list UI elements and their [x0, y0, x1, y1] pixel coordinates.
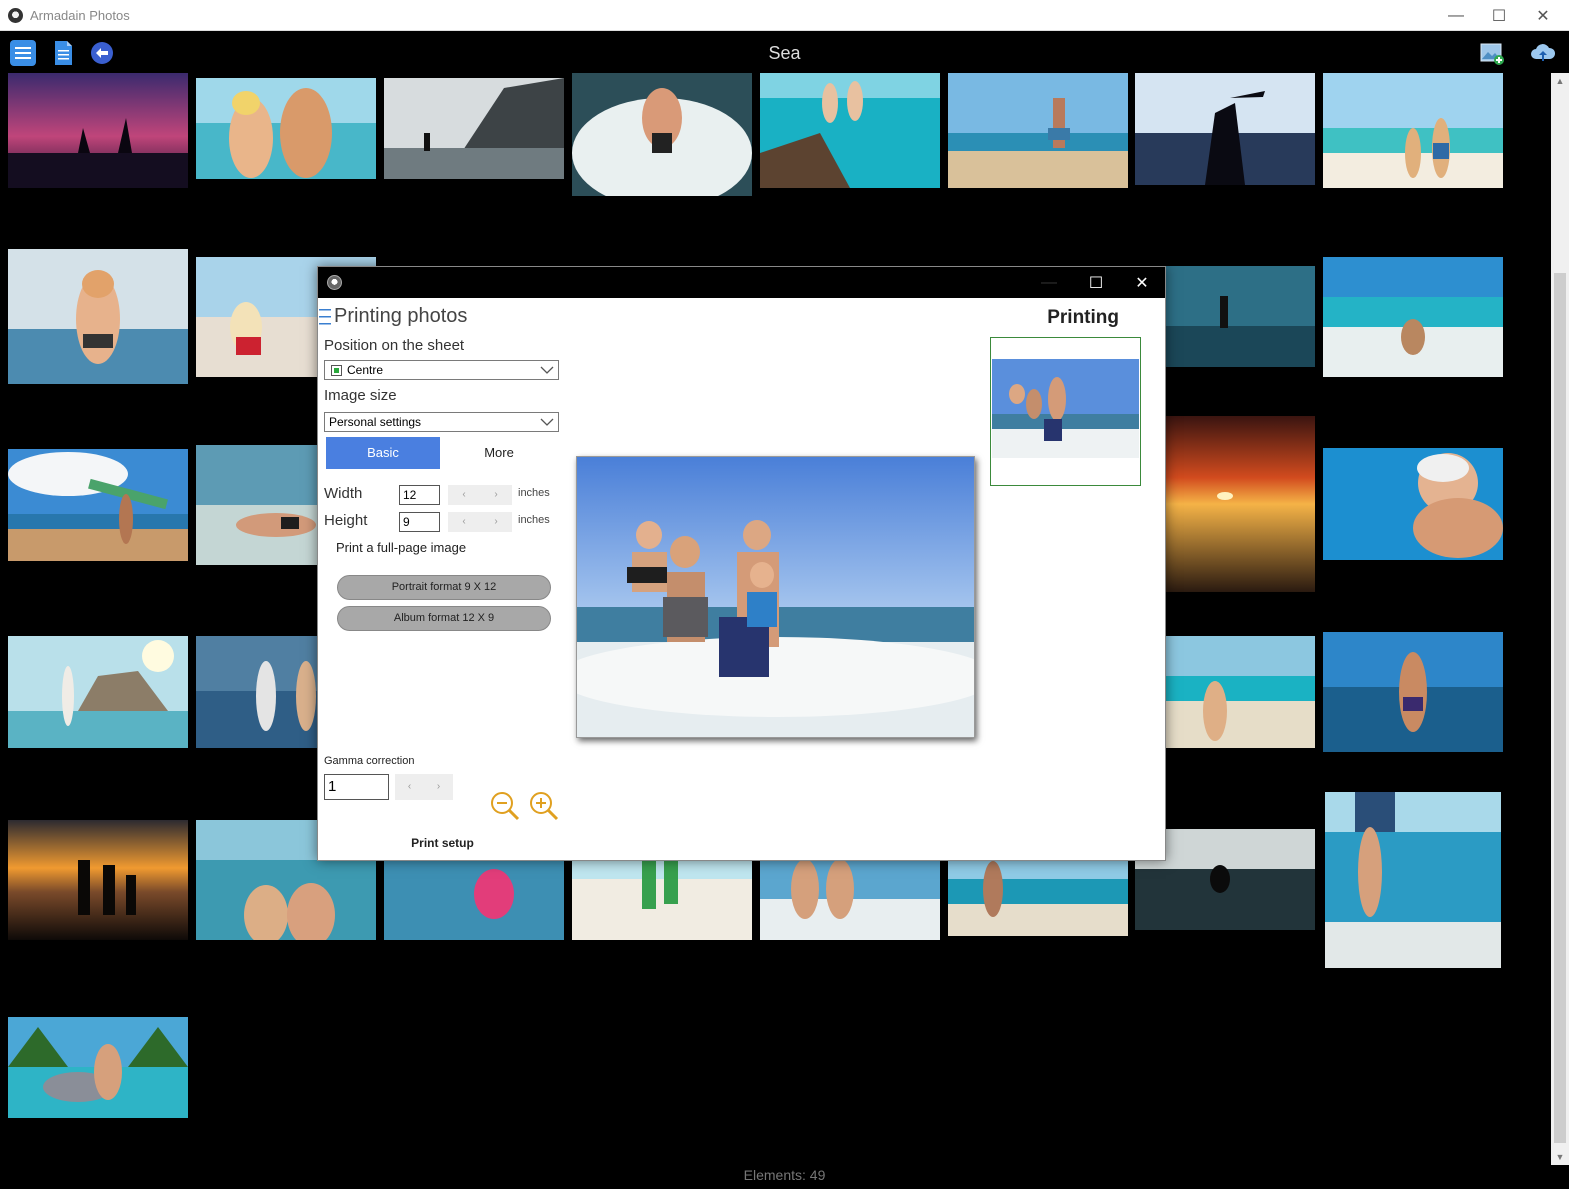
position-select[interactable]: Centre	[324, 360, 559, 380]
dialog-logo-icon	[327, 275, 342, 290]
gamma-label: Gamma correction	[324, 755, 415, 767]
portrait-format-button[interactable]: Portrait format 9 X 12	[337, 575, 551, 600]
photo-thumbnail[interactable]	[1135, 73, 1315, 185]
photo-thumbnail[interactable]	[8, 820, 188, 940]
decrement-icon[interactable]: ‹	[448, 512, 480, 532]
decrement-icon[interactable]: ‹	[448, 485, 480, 505]
minimize-icon: —	[1448, 6, 1464, 24]
scroll-up-icon[interactable]: ▲	[1551, 73, 1569, 89]
photo-thumbnail[interactable]	[384, 78, 564, 179]
app-logo-icon	[8, 8, 23, 23]
photo-thumbnail[interactable]	[760, 73, 940, 188]
gamma-stepper[interactable]: ‹ ›	[395, 774, 453, 800]
cloud-upload-icon[interactable]	[1530, 40, 1556, 66]
dialog-title-bar: — ☐ ✕	[318, 267, 1165, 298]
image-size-select[interactable]: Personal settings	[324, 412, 559, 432]
photo-thumbnail[interactable]	[8, 1017, 188, 1118]
photo-thumbnail[interactable]	[1323, 632, 1503, 752]
photo-thumbnail[interactable]	[1323, 448, 1503, 560]
position-value: Centre	[347, 363, 384, 377]
decrement-icon[interactable]: ‹	[395, 774, 424, 800]
photo-thumbnail[interactable]	[384, 859, 564, 940]
zoom-out-icon[interactable]	[490, 791, 520, 821]
maximize-icon: ☐	[1088, 274, 1104, 292]
photo-thumbnail[interactable]	[1325, 792, 1501, 968]
sheet-preview-image	[992, 359, 1139, 458]
height-unit: inches	[518, 514, 550, 526]
gamma-input[interactable]: 1	[324, 774, 389, 800]
photo-thumbnail[interactable]	[1323, 257, 1503, 377]
photo-thumbnail[interactable]	[196, 78, 376, 179]
width-input[interactable]: 12	[399, 485, 440, 505]
photo-thumbnail[interactable]	[8, 449, 188, 561]
photo-thumbnail[interactable]	[8, 73, 188, 188]
height-input[interactable]: 9	[399, 512, 440, 532]
add-image-icon[interactable]	[1479, 40, 1505, 66]
photo-thumbnail[interactable]	[8, 636, 188, 748]
app-title: Armadain Photos	[30, 8, 130, 23]
print-setup-button[interactable]: Print setup	[318, 836, 567, 850]
album-title: Sea	[768, 43, 801, 63]
dialog-minimize-button[interactable]: —	[1026, 267, 1072, 298]
dialog-close-button[interactable]: ✕	[1119, 267, 1165, 298]
photo-thumbnail[interactable]	[948, 859, 1128, 936]
minimize-icon: —	[1041, 273, 1057, 291]
minimize-button[interactable]: —	[1433, 0, 1479, 31]
height-stepper[interactable]: ‹ ›	[448, 512, 512, 532]
photo-thumbnail[interactable]	[572, 73, 752, 196]
scroll-down-icon[interactable]: ▼	[1551, 1149, 1569, 1165]
print-dialog: — ☐ ✕ Printing photos Printing Position …	[317, 266, 1166, 861]
album-format-button[interactable]: Album format 12 X 9	[337, 606, 551, 631]
tab-more[interactable]: More	[444, 437, 554, 469]
photo-thumbnail[interactable]	[1165, 636, 1315, 748]
maximize-icon: ☐	[1491, 7, 1507, 25]
chevron-down-icon	[540, 418, 554, 426]
photo-thumbnail[interactable]	[948, 73, 1128, 188]
photo-thumbnail[interactable]	[572, 859, 752, 940]
photo-thumbnail[interactable]	[1323, 73, 1503, 188]
panel-title: Printing	[1047, 307, 1119, 328]
height-label: Height	[324, 512, 368, 529]
close-icon: ✕	[1135, 274, 1149, 292]
toolbar: Sea	[0, 31, 1569, 73]
photo-thumbnail[interactable]	[1165, 266, 1315, 367]
close-icon: ✕	[1536, 7, 1550, 25]
photo-thumbnail[interactable]	[8, 249, 188, 384]
position-label: Position on the sheet	[324, 337, 465, 354]
sheet-preview[interactable]	[990, 337, 1141, 486]
image-size-label: Image size	[324, 387, 397, 404]
dialog-maximize-button[interactable]: ☐	[1073, 267, 1119, 298]
zoom-in-icon[interactable]	[529, 791, 559, 821]
image-size-value: Personal settings	[329, 415, 422, 429]
tab-basic[interactable]: Basic	[326, 437, 440, 469]
width-unit: inches	[518, 487, 550, 499]
status-bar: Elements: 49	[0, 1165, 1569, 1189]
increment-icon[interactable]: ›	[424, 774, 453, 800]
title-bar: Armadain Photos — ☐ ✕	[0, 0, 1569, 31]
width-label: Width	[324, 485, 363, 502]
width-stepper[interactable]: ‹ ›	[448, 485, 512, 505]
scrollbar-thumb[interactable]	[1554, 273, 1566, 1143]
print-preview-image	[576, 456, 975, 738]
position-swatch-icon	[331, 365, 342, 376]
close-button[interactable]: ✕	[1520, 0, 1566, 31]
increment-icon[interactable]: ›	[480, 512, 512, 532]
photo-thumbnail[interactable]	[1165, 416, 1315, 592]
increment-icon[interactable]: ›	[480, 485, 512, 505]
scrollbar[interactable]: ▲ ▼	[1551, 73, 1569, 1165]
chevron-down-icon	[540, 366, 554, 374]
maximize-button[interactable]: ☐	[1476, 0, 1522, 31]
photo-thumbnail[interactable]	[760, 859, 940, 940]
full-page-option[interactable]: Print a full-page image	[336, 540, 466, 555]
